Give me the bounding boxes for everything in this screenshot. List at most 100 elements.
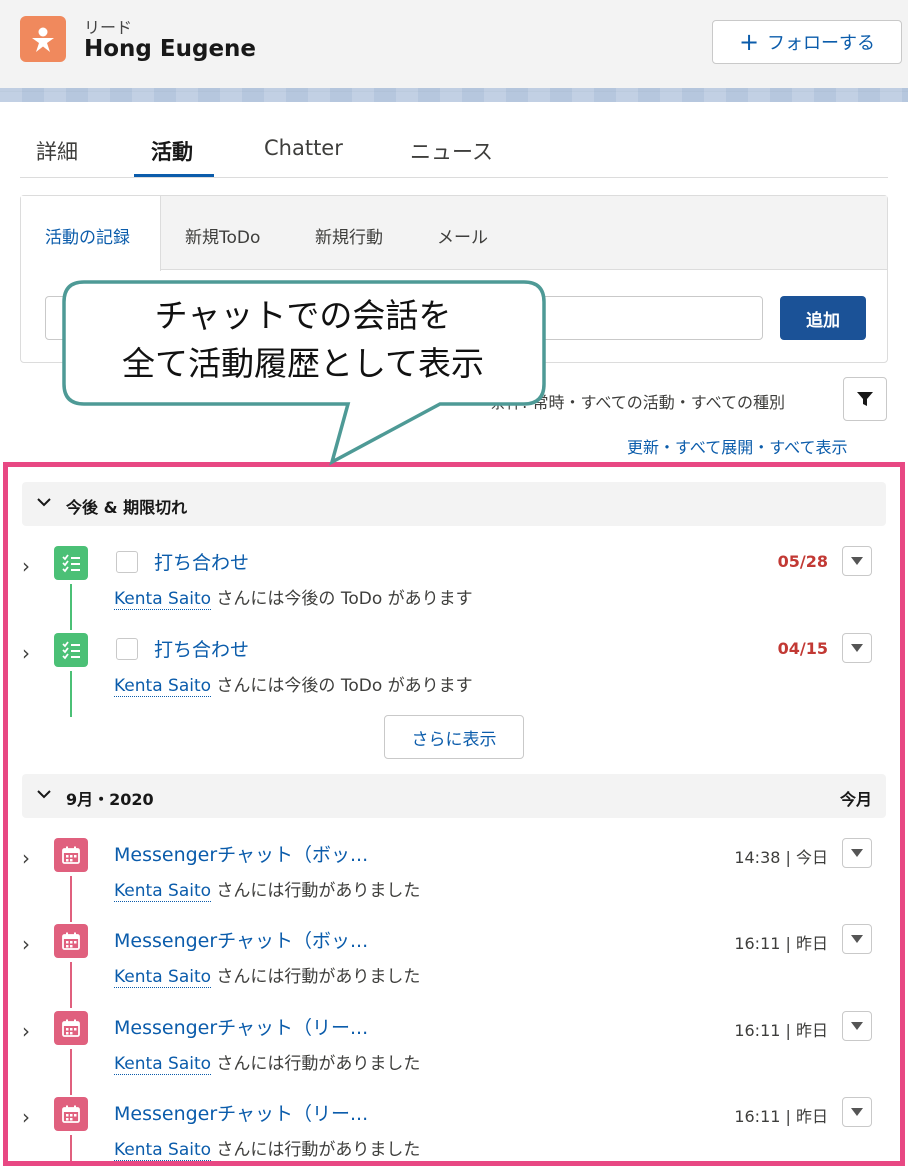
follow-button-label: フォローする (767, 33, 876, 54)
section-period-label: 今月 (839, 790, 872, 809)
activity-description: Kenta Saito さんには行動がありました (114, 962, 421, 988)
chevron-right-icon[interactable]: › (22, 554, 30, 578)
section-title: 9月・2020 (66, 790, 154, 809)
calendar-icon (54, 838, 88, 872)
tab-log-call[interactable]: 活動の記録 (45, 223, 130, 248)
activity-subject-link[interactable]: Messengerチャット（ボッ... (114, 840, 368, 867)
description-text: さんには今後の ToDo があります (211, 589, 473, 609)
activity-subject-link[interactable]: Messengerチャット（リー... (114, 1013, 368, 1040)
task-list-icon (54, 546, 88, 580)
timeline-links[interactable]: 更新・すべて展開・すべて表示 (627, 434, 847, 458)
follow-button[interactable]: + フォローする (712, 20, 902, 64)
activity-time: 14:38 | 今日 (734, 848, 828, 867)
add-button[interactable]: 追加 (780, 296, 866, 340)
record-type-label: リード (84, 18, 133, 37)
activity-time: 16:11 | 昨日 (734, 934, 828, 953)
callout-line-2: 全て活動履歴として表示 (121, 344, 484, 383)
chevron-right-icon[interactable]: › (22, 1105, 30, 1129)
tab-activity[interactable]: 活動 (151, 136, 193, 166)
record-tabs: 詳細 活動 Chatter ニュース (20, 128, 888, 178)
activity-description: Kenta Saito さんには行動がありました (114, 876, 421, 902)
task-list-icon (54, 633, 88, 667)
section-title: 今後 & 期限切れ (66, 498, 188, 517)
activity-time: 16:11 | 昨日 (734, 1021, 828, 1040)
description-text: さんには行動がありました (211, 1054, 421, 1074)
activity-subject-link[interactable]: 打ち合わせ (154, 548, 249, 575)
section-month[interactable]: 9月・2020 今月 (22, 774, 886, 818)
description-text: さんには行動がありました (211, 967, 421, 987)
contact-link[interactable]: Kenta Saito (114, 881, 212, 902)
callout-text: チャットでの会話を 全て活動履歴として表示 (62, 292, 544, 388)
contact-link[interactable]: Kenta Saito (114, 589, 212, 610)
task-checkbox[interactable] (116, 551, 138, 573)
activity-subject-link[interactable]: Messengerチャット（ボッ... (114, 926, 368, 953)
contact-link[interactable]: Kenta Saito (114, 1140, 212, 1161)
row-menu-button[interactable] (842, 633, 872, 663)
section-upcoming[interactable]: 今後 & 期限切れ (22, 482, 886, 526)
tab-email[interactable]: メール (437, 223, 488, 248)
contact-link[interactable]: Kenta Saito (114, 967, 212, 988)
tab-news[interactable]: ニュース (410, 136, 493, 166)
due-date: 05/28 (777, 552, 828, 571)
timeline-connector (70, 1049, 72, 1095)
chevron-down-icon (851, 644, 863, 652)
task-checkbox[interactable] (116, 638, 138, 660)
chevron-right-icon[interactable]: › (22, 641, 30, 665)
chevron-right-icon[interactable]: › (22, 846, 30, 870)
chevron-right-icon[interactable]: › (22, 1019, 30, 1043)
activity-subject-link[interactable]: Messengerチャット（リー... (114, 1099, 368, 1126)
timeline-connector (70, 1135, 72, 1165)
activity-time: 16:11 | 昨日 (734, 1107, 828, 1126)
record-name: Hong Eugene (84, 36, 257, 62)
tab-chatter[interactable]: Chatter (264, 136, 343, 160)
timeline-item: › Messengerチャット（リー... 16:11 | 昨日 Kenta S… (22, 1095, 882, 1165)
chevron-right-icon[interactable]: › (22, 932, 30, 956)
chevron-down-icon (851, 1022, 863, 1030)
header-decorative-band (0, 88, 908, 102)
show-more-button[interactable]: さらに表示 (384, 715, 524, 759)
chevron-down-icon (37, 790, 51, 799)
chevron-down-icon (851, 557, 863, 565)
contact-link[interactable]: Kenta Saito (114, 676, 212, 697)
calendar-icon (54, 1097, 88, 1131)
tab-new-task[interactable]: 新規ToDo (185, 223, 260, 248)
composer-tabs: 活動の記録 新規ToDo 新規行動 メール (21, 196, 887, 271)
row-menu-button[interactable] (842, 546, 872, 576)
timeline-item: › Messengerチャット（ボッ... 16:11 | 昨日 Kenta S… (22, 922, 882, 1008)
chevron-down-icon (37, 498, 51, 507)
row-menu-button[interactable] (842, 1097, 872, 1127)
activity-subject-link[interactable]: 打ち合わせ (154, 635, 249, 662)
description-text: さんには今後の ToDo があります (211, 676, 473, 696)
timeline-item: › Messengerチャット（ボッ... 14:38 | 今日 Kenta S… (22, 836, 882, 922)
filter-icon (857, 392, 873, 406)
filter-button[interactable] (843, 377, 887, 421)
chevron-down-icon (851, 935, 863, 943)
tab-details[interactable]: 詳細 (36, 136, 78, 166)
callout-line-1: チャットでの会話を (154, 296, 452, 335)
tab-new-event[interactable]: 新規行動 (315, 223, 383, 248)
row-menu-button[interactable] (842, 924, 872, 954)
due-date: 04/15 (777, 639, 828, 658)
timeline-connector (70, 876, 72, 922)
plus-icon: + (738, 28, 760, 56)
activity-description: Kenta Saito さんには行動がありました (114, 1135, 421, 1161)
filter-summary: 条件: 常時・すべての活動・すべての種別 (490, 393, 785, 412)
calendar-icon (54, 1011, 88, 1045)
chevron-down-icon (851, 849, 863, 857)
activity-description: Kenta Saito さんには今後の ToDo があります (114, 671, 473, 697)
chevron-down-icon (851, 1108, 863, 1116)
contact-link[interactable]: Kenta Saito (114, 1054, 212, 1075)
timeline-connector (70, 962, 72, 1008)
description-text: さんには行動がありました (211, 881, 421, 901)
lead-icon (20, 16, 66, 62)
description-text: さんには行動がありました (211, 1140, 421, 1160)
active-tab-indicator (134, 174, 214, 177)
calendar-icon (54, 924, 88, 958)
row-menu-button[interactable] (842, 838, 872, 868)
timeline-item: › 打ち合わせ 04/15 Kenta Saito さんには今後の ToDo が… (22, 631, 882, 717)
timeline-connector (70, 671, 72, 717)
activity-description: Kenta Saito さんには今後の ToDo があります (114, 584, 473, 610)
row-menu-button[interactable] (842, 1011, 872, 1041)
timeline-connector (70, 584, 72, 630)
record-header: リード Hong Eugene + フォローする (0, 0, 908, 92)
